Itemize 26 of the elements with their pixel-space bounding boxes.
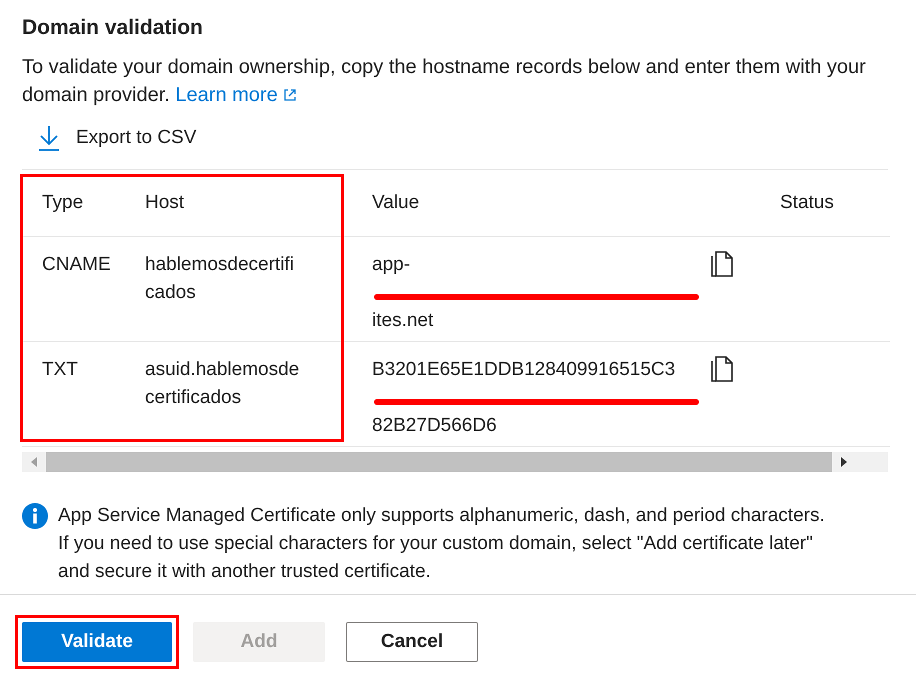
table-cell: ites.net [372, 310, 434, 331]
table-cell: 82B27D566D6 [372, 415, 497, 436]
copy-icon [710, 356, 734, 382]
table-cell: app- [372, 254, 410, 275]
copy-icon [710, 251, 734, 277]
table-cell: TXT [22, 342, 145, 447]
learn-more-link[interactable]: Learn more [175, 84, 298, 106]
action-button[interactable]: Cancel [346, 622, 478, 662]
download-icon [38, 125, 60, 151]
info-message: App Service Managed Certificate only supports alphanumeric, dash, and period characters. If you need to use special characters for your custom domain, select "Add certificate later" and secure it with another trusted certificate. [58, 504, 826, 584]
description-text: To validate your domain ownership, copy the hostname records below and enter them with your domain provider. Learn more [22, 55, 867, 108]
column-header: Host [145, 170, 345, 237]
scroll-right-icon [841, 457, 847, 467]
table-cell: hablemosdecertifi cados [145, 237, 345, 342]
column-header: Value [345, 170, 705, 237]
table-cell: asuid.hablemosde certificados [145, 342, 345, 447]
table-cell: CNAME [22, 237, 145, 342]
info-icon [22, 503, 48, 529]
section-title: Domain validation [22, 15, 204, 41]
external-link-icon [283, 88, 298, 102]
column-header: Status [765, 170, 890, 237]
export-button[interactable]: Export to CSV [22, 121, 196, 155]
scroll-left-icon [31, 457, 37, 467]
primary-button[interactable]: Validate [22, 622, 172, 662]
table-cell: B3201E65E1DDB128409916515C3 [372, 359, 676, 380]
column-header: Type [22, 170, 145, 237]
